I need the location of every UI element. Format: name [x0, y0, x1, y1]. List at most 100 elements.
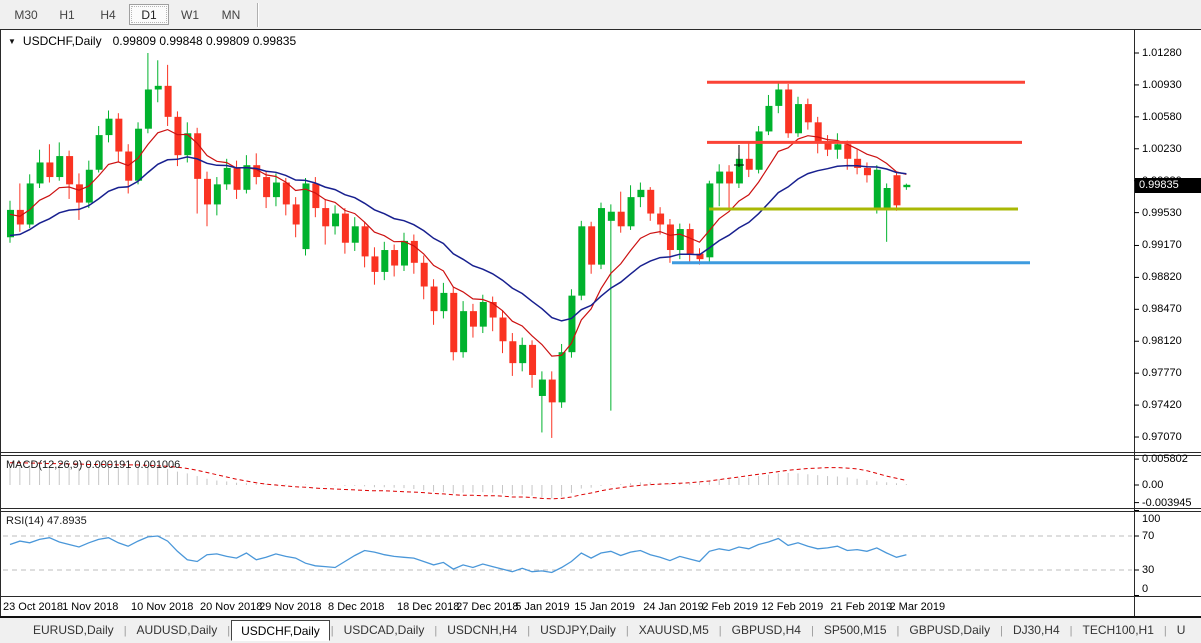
date-label: 29 Nov 2018: [259, 601, 321, 613]
candle-body: [174, 117, 181, 155]
candle-body: [795, 104, 802, 133]
tab-tech100-h1[interactable]: TECH100,H1: [1074, 620, 1163, 641]
candle-body: [598, 208, 605, 265]
candle-body: [214, 184, 221, 204]
tab-usdjpy-daily[interactable]: USDJPY,Daily: [531, 620, 625, 641]
timeframe-button-mn[interactable]: MN: [211, 4, 251, 25]
date-label: 18 Dec 2018: [397, 601, 459, 613]
candle-body: [194, 133, 201, 179]
candle-body: [657, 214, 664, 225]
date-label: 12 Feb 2019: [761, 601, 823, 613]
timeframe-button-d1[interactable]: D1: [129, 4, 169, 25]
candle-body: [273, 183, 280, 198]
symbol-tabbar: EURUSD,Daily|AUDUSD,Daily|USDCHF,Daily|U…: [0, 616, 1201, 643]
candle-body: [243, 165, 250, 190]
candle-body: [687, 229, 694, 254]
price-axis-label: 0.97420: [1142, 399, 1182, 411]
candle-body: [66, 156, 73, 184]
date-label: 15 Jan 2019: [574, 601, 635, 613]
tab-gbpusd-daily[interactable]: GBPUSD,Daily: [900, 620, 999, 641]
rsi-indicator-label: RSI(14) 47.8935: [6, 515, 87, 527]
date-label: 21 Feb 2019: [830, 601, 892, 613]
tab-eurusd-daily[interactable]: EURUSD,Daily: [24, 620, 123, 641]
candle-body: [637, 190, 644, 197]
candle-body: [56, 156, 63, 177]
timeframe-button-h1[interactable]: H1: [47, 4, 87, 25]
tab-usdcad-daily[interactable]: USDCAD,Daily: [335, 620, 434, 641]
terminal-window: M30H1H4D1W1MN ▼ USDCHF,Daily 0.99809 0.9…: [0, 0, 1201, 643]
candle-body: [224, 168, 231, 184]
date-label: 23 Oct 2018: [3, 601, 63, 613]
candle-body: [17, 210, 24, 225]
price-axis-label: 1.00230: [1142, 143, 1182, 155]
candle-body: [155, 86, 162, 90]
candle-body: [500, 318, 507, 342]
date-label: 8 Dec 2018: [328, 601, 384, 613]
candle-body: [352, 226, 359, 242]
candle-body: [125, 152, 132, 181]
chart-canvas[interactable]: [0, 0, 1201, 643]
candle-body: [293, 204, 300, 224]
tab-dj30-h4[interactable]: DJ30,H4: [1004, 620, 1069, 641]
symbol-dropdown-icon[interactable]: ▼: [8, 37, 16, 46]
price-axis-label: 1.00580: [1142, 111, 1182, 123]
candle-body: [628, 197, 635, 226]
macd-axis-label: 0.00: [1142, 479, 1163, 491]
date-label: 27 Dec 2018: [456, 601, 518, 613]
candle-body: [874, 170, 881, 208]
candle-body: [431, 287, 438, 312]
candle-body: [716, 172, 723, 184]
price-axis-label: 0.98120: [1142, 335, 1182, 347]
candle-body: [115, 119, 122, 152]
candle-body: [332, 214, 339, 227]
candle-body: [450, 293, 457, 352]
tab-xauusd-m5[interactable]: XAUUSD,M5: [630, 620, 718, 641]
candle-body: [509, 341, 516, 363]
candle-body: [578, 226, 585, 295]
candle-body: [805, 104, 812, 122]
candle-body: [588, 226, 595, 264]
toolbar-separator: [257, 3, 259, 27]
candle-body: [460, 311, 467, 352]
candle-body: [283, 183, 290, 205]
candle-body: [815, 122, 822, 142]
candle-body: [96, 135, 103, 170]
price-axis-label: 0.99530: [1142, 207, 1182, 219]
candle-body: [746, 159, 753, 170]
date-label: 5 Jan 2019: [515, 601, 569, 613]
timeframe-button-w1[interactable]: W1: [170, 4, 210, 25]
candle-body: [263, 177, 270, 197]
tab-usdchf-daily[interactable]: USDCHF,Daily: [231, 620, 330, 641]
candle-body: [756, 131, 763, 169]
candle-body: [421, 263, 428, 287]
rsi-axis-label: 30: [1142, 564, 1154, 576]
symbol-tabs: EURUSD,Daily|AUDUSD,Daily|USDCHF,Daily|U…: [24, 620, 1194, 641]
tab-usdcnh-h4[interactable]: USDCNH,H4: [438, 620, 526, 641]
tab-audusd-daily[interactable]: AUDUSD,Daily: [128, 620, 227, 641]
tab-gbpusd-h4[interactable]: GBPUSD,H4: [723, 620, 810, 641]
candle-body: [519, 345, 526, 363]
timeframe-button-m30[interactable]: M30: [6, 4, 46, 25]
candle-body: [411, 241, 418, 263]
date-label: 10 Nov 2018: [131, 601, 193, 613]
candle-body: [27, 183, 34, 224]
candle-body: [322, 208, 329, 226]
candle-body: [145, 89, 152, 128]
candle-body: [381, 250, 388, 272]
timeframe-button-h4[interactable]: H4: [88, 4, 128, 25]
chart-quote-line: 0.99809 0.99848 0.99809 0.99835: [113, 34, 297, 48]
candle-body: [559, 352, 566, 402]
macd-indicator-label: MACD(12,26,9) 0.000191 0.001006: [6, 459, 180, 471]
tab-u[interactable]: U: [1168, 620, 1195, 641]
macd-axis-label: -0.003945: [1142, 497, 1192, 509]
date-label: 2 Feb 2019: [702, 601, 758, 613]
price-axis-label: 0.97070: [1142, 431, 1182, 443]
tab-sp500-m15[interactable]: SP500,M15: [815, 620, 896, 641]
candle-body: [371, 256, 378, 272]
candle-body: [490, 302, 497, 318]
candle-body: [785, 89, 792, 133]
candle-body: [440, 293, 447, 311]
candle-body: [775, 89, 782, 105]
rsi-axis-label: 0: [1142, 583, 1148, 595]
candle-body: [342, 214, 349, 243]
